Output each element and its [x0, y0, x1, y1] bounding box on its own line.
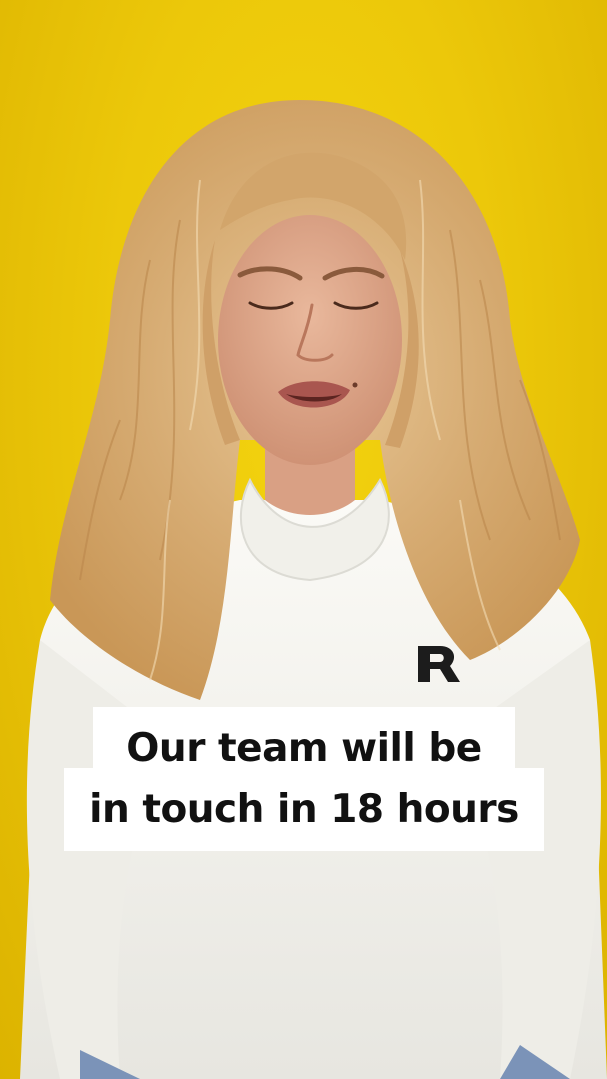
face: [218, 215, 402, 465]
video-frame: Our team will be in touch in 18 hours: [0, 0, 607, 1079]
portrait-illustration: [20, 100, 607, 1079]
